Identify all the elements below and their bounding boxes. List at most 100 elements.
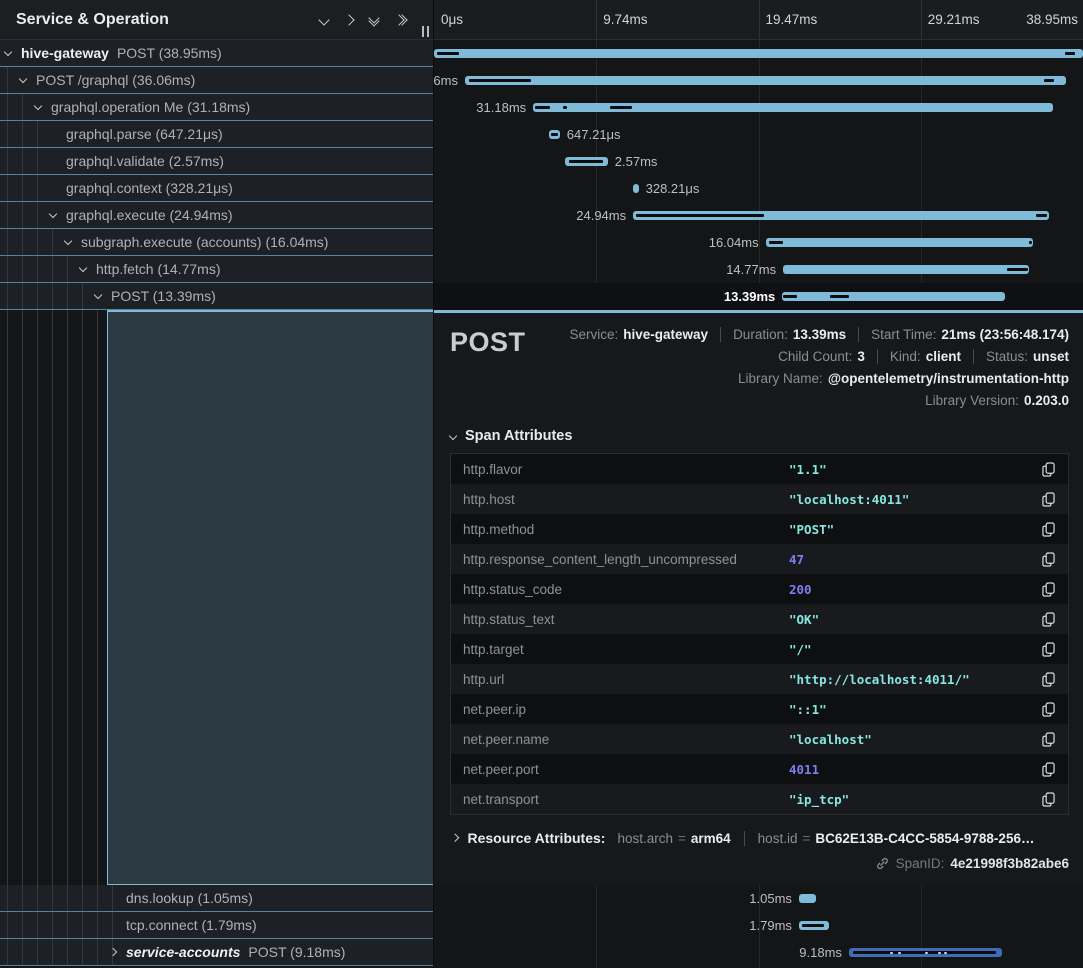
copy-icon[interactable] [1040, 671, 1056, 687]
expander-down-icon[interactable] [64, 237, 72, 245]
span-row[interactable]: http.fetch (14.77ms) 14.77ms [0, 256, 1083, 283]
span-duration-label: 9.18ms [799, 945, 842, 960]
indent-guides [0, 148, 39, 174]
operation-name: tcp.connect (1.79ms) [126, 917, 257, 933]
copy-icon[interactable] [1040, 461, 1056, 477]
span-bar[interactable] [799, 921, 829, 930]
expander-down-icon[interactable] [49, 210, 57, 218]
chevron-right-icon [451, 834, 459, 842]
span-bar-cell[interactable]: 1.79ms [434, 912, 1083, 939]
indent-guides [0, 175, 39, 201]
link-icon[interactable] [875, 856, 890, 871]
copy-icon[interactable] [1040, 791, 1056, 807]
span-attributes-header[interactable]: Span Attributes [450, 428, 1069, 444]
span-name-cell[interactable]: graphql.context (328.21μs) [0, 175, 434, 202]
expander-down-icon[interactable] [79, 264, 87, 272]
span-name-cell[interactable]: subgraph.execute (accounts) (16.04ms) [0, 229, 434, 256]
meta-separator [973, 349, 974, 364]
span-bar-cell[interactable]: 36.06ms [434, 67, 1083, 94]
copy-icon[interactable] [1040, 581, 1056, 597]
copy-icon[interactable] [1040, 701, 1056, 717]
span-name-cell[interactable]: graphql.execute (24.94ms) [0, 202, 434, 229]
span-bar[interactable] [849, 948, 1002, 957]
span-row[interactable]: graphql.operation Me (31.18ms)31.18ms [0, 94, 1083, 121]
span-name-cell[interactable]: graphql.validate (2.57ms) [0, 148, 434, 175]
operation-name: POST (9.18ms) [248, 944, 345, 960]
span-row[interactable]: POST /graphql (36.06ms) 36.06ms [0, 67, 1083, 94]
span-name: graphql.context (328.21μs) [66, 180, 233, 196]
span-bar-cell[interactable]: 9.18ms [434, 939, 1083, 966]
span-row[interactable]: tcp.connect (1.79ms) 1.79ms [0, 912, 1083, 939]
span-bar[interactable] [565, 157, 608, 166]
span-bar-cell[interactable] [434, 40, 1083, 67]
span-name-cell[interactable]: tcp.connect (1.79ms) [0, 912, 434, 939]
span-row[interactable]: POST (13.39ms)13.39ms [0, 283, 1083, 310]
expander-down-icon[interactable] [94, 291, 102, 299]
copy-icon[interactable] [1040, 761, 1056, 777]
span-bar-cell[interactable]: 14.77ms [434, 256, 1083, 283]
operation-name: http.fetch (14.77ms) [96, 261, 221, 277]
span-bar[interactable] [766, 238, 1033, 247]
span-bar-cell[interactable]: 328.21μs [434, 175, 1083, 202]
column-resize-handle[interactable] [422, 26, 429, 37]
service-name: hive-gateway [21, 45, 109, 61]
copy-icon[interactable] [1040, 491, 1056, 507]
copy-icon[interactable] [1040, 521, 1056, 537]
attribute-value: "OK" [789, 612, 1040, 627]
expander-down-icon[interactable] [19, 75, 27, 83]
copy-icon[interactable] [1040, 731, 1056, 747]
span-name-cell[interactable]: graphql.operation Me (31.18ms) [0, 94, 434, 121]
span-bar-cell[interactable]: 31.18ms [434, 94, 1083, 121]
collapse-all-icon[interactable] [370, 14, 378, 25]
span-name: service-accountsPOST (9.18ms) [126, 944, 345, 960]
child-span-marker [830, 295, 849, 298]
expander-down-icon[interactable] [34, 102, 42, 110]
span-bar[interactable] [434, 49, 1083, 58]
span-bar-cell[interactable]: 2.57ms [434, 148, 1083, 175]
span-bar[interactable] [549, 130, 560, 139]
span-row[interactable]: graphql.context (328.21μs) 328.21μs [0, 175, 1083, 202]
span-bar[interactable] [465, 76, 1066, 85]
span-row[interactable]: graphql.parse (647.21μs)647.21μs [0, 121, 1083, 148]
span-bar-cell[interactable]: 16.04ms [434, 229, 1083, 256]
expand-all-icon[interactable] [395, 16, 406, 24]
attribute-row: http.method"POST" [451, 514, 1068, 544]
span-name: POST /graphql (36.06ms) [36, 72, 195, 88]
span-row[interactable]: dns.lookup (1.05ms) 1.05ms [0, 885, 1083, 912]
span-id-row: SpanID: 4e21998f3b82abe6 [450, 856, 1069, 871]
span-name-cell[interactable]: POST (13.39ms) [0, 283, 434, 310]
span-row[interactable]: service-accountsPOST (9.18ms) 9.18ms [0, 939, 1083, 966]
resource-attributes-row[interactable]: Resource Attributes: host.arch=arm64host… [450, 830, 1069, 846]
span-name-cell[interactable]: dns.lookup (1.05ms) [0, 885, 434, 912]
span-row[interactable]: subgraph.execute (accounts) (16.04ms)16.… [0, 229, 1083, 256]
span-bar[interactable] [633, 211, 1049, 220]
copy-icon[interactable] [1040, 611, 1056, 627]
span-row[interactable]: graphql.execute (24.94ms)24.94ms [0, 202, 1083, 229]
span-name-cell[interactable]: service-accountsPOST (9.18ms) [0, 939, 434, 966]
expand-one-icon[interactable] [345, 16, 353, 24]
span-row[interactable]: graphql.validate (2.57ms)2.57ms [0, 148, 1083, 175]
span-bar[interactable] [782, 292, 1005, 301]
event-dot [890, 952, 893, 954]
span-bar-cell[interactable]: 1.05ms [434, 885, 1083, 912]
expander-down-icon[interactable] [4, 48, 12, 56]
span-bar-cell[interactable]: 13.39ms [434, 283, 1083, 310]
panel-divider[interactable] [433, 0, 434, 968]
resource-attributes-title: Resource Attributes: [468, 830, 606, 846]
collapse-one-icon[interactable] [320, 16, 328, 24]
span-name-cell[interactable]: POST /graphql (36.06ms) [0, 67, 434, 94]
indent-guides [0, 256, 69, 282]
span-row[interactable]: hive-gatewayPOST (38.95ms) [0, 40, 1083, 67]
span-bar-cell[interactable]: 647.21μs [434, 121, 1083, 148]
span-bar[interactable] [533, 103, 1053, 112]
span-bar[interactable] [783, 265, 1029, 274]
span-bar[interactable] [799, 894, 816, 903]
copy-icon[interactable] [1040, 641, 1056, 657]
span-name-cell[interactable]: http.fetch (14.77ms) [0, 256, 434, 283]
span-name-cell[interactable]: graphql.parse (647.21μs) [0, 121, 434, 148]
span-bar[interactable] [633, 184, 638, 193]
copy-icon[interactable] [1040, 551, 1056, 567]
span-name-cell[interactable]: hive-gatewayPOST (38.95ms) [0, 40, 434, 67]
span-name: dns.lookup (1.05ms) [126, 890, 253, 906]
span-bar-cell[interactable]: 24.94ms [434, 202, 1083, 229]
